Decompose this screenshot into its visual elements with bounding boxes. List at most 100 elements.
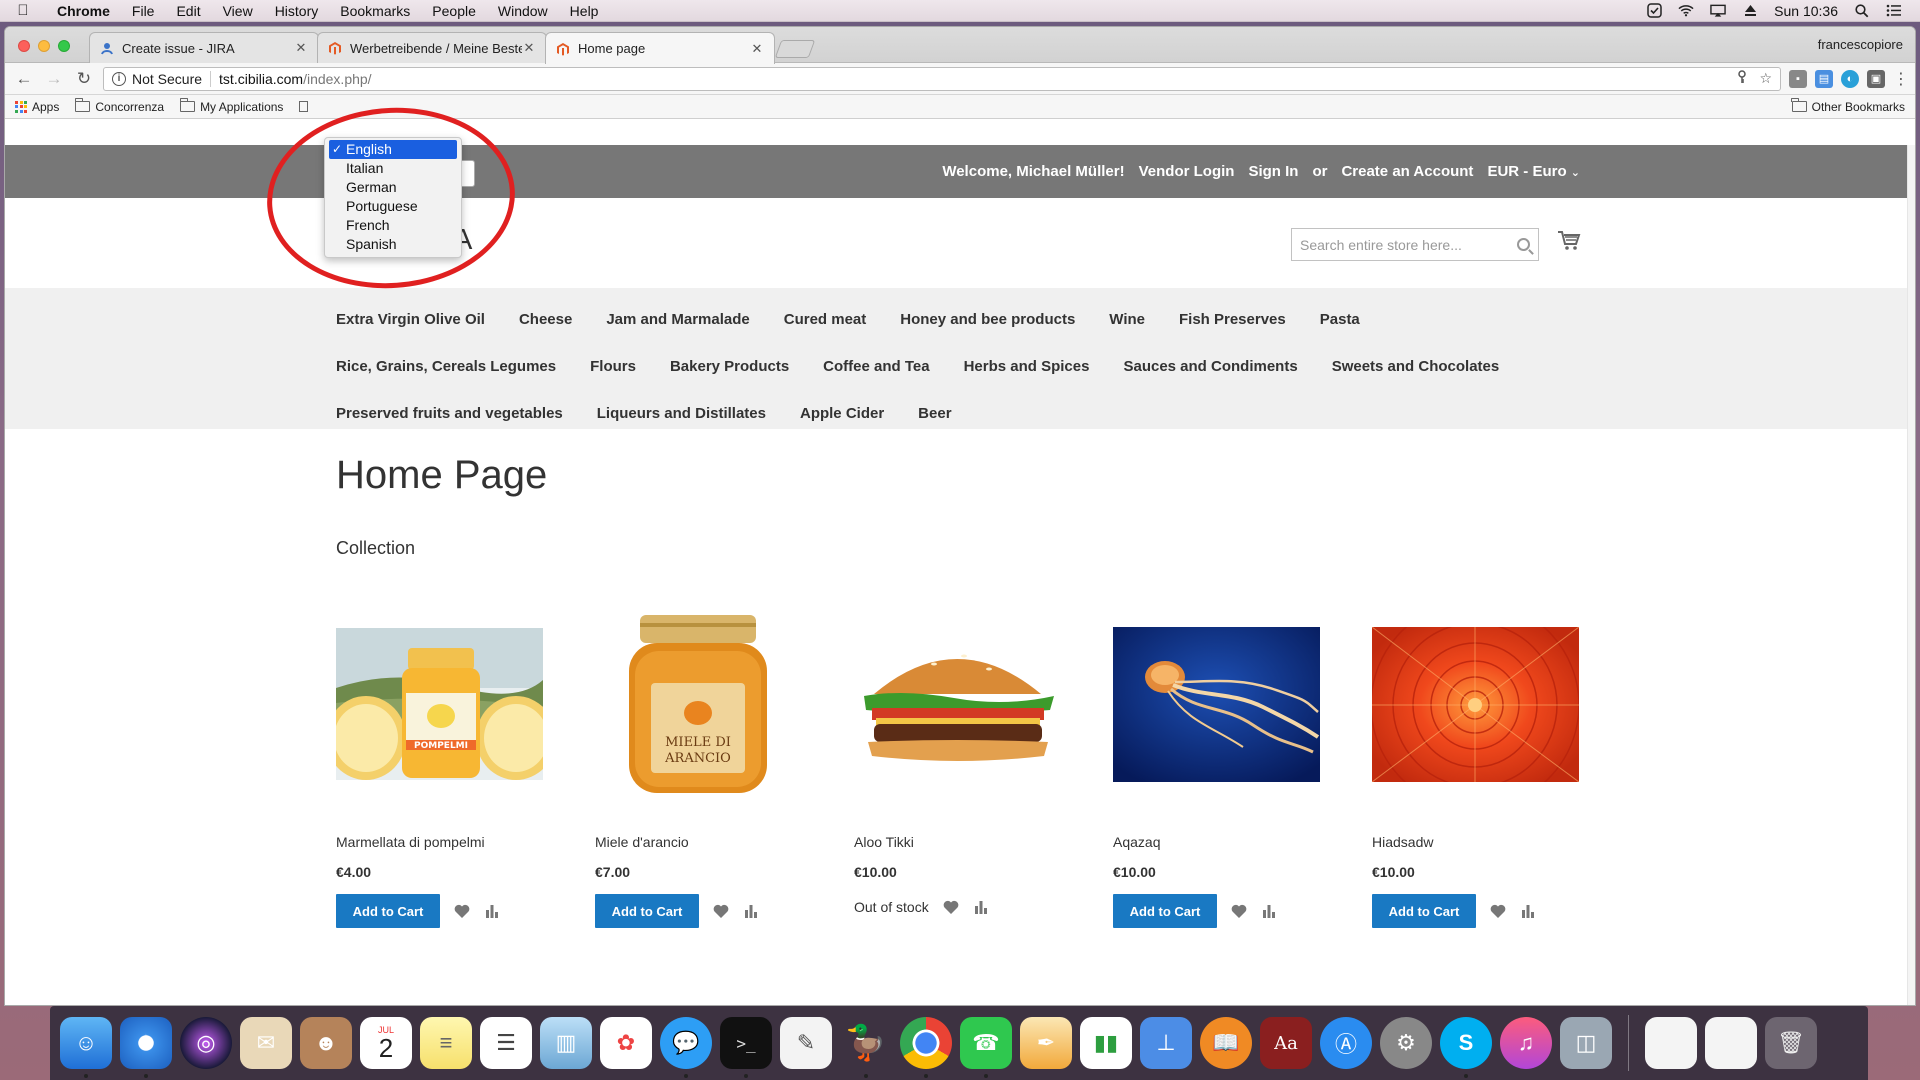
extension-icon[interactable]: ▤ (1815, 69, 1833, 88)
mail-app-icon[interactable]: ✉ (240, 1017, 292, 1069)
menu-view[interactable]: View (212, 3, 264, 19)
spotlight-search-icon[interactable] (1854, 3, 1870, 18)
airplay-icon[interactable] (1710, 4, 1726, 18)
textedit-icon[interactable]: ✎ (780, 1017, 832, 1069)
key-icon[interactable] (1737, 70, 1747, 87)
tab-close-icon[interactable]: ✕ (750, 41, 764, 57)
itunes-icon[interactable]: ♫ (1500, 1017, 1552, 1069)
wishlist-heart-icon[interactable] (454, 903, 470, 919)
other-bookmarks[interactable]: Other Bookmarks (1791, 98, 1905, 114)
extension-icon[interactable]: ▪ (1789, 69, 1807, 88)
page-scrollbar[interactable] (1907, 145, 1915, 1005)
add-to-cart-button[interactable]: Add to Cart (336, 894, 440, 928)
safari-icon[interactable]: ✧ (120, 1017, 172, 1078)
menu-app-name[interactable]: Chrome (46, 3, 121, 19)
wishlist-heart-icon[interactable] (713, 903, 729, 919)
nav-category-link[interactable]: Sweets and Chocolates (1332, 358, 1500, 375)
menu-people[interactable]: People (421, 3, 487, 19)
pages-icon[interactable]: ✒ (1020, 1017, 1072, 1069)
product-image[interactable]: MIELE DI ARANCIO (595, 613, 802, 795)
nav-category-link[interactable]: Flours (590, 358, 636, 375)
back-arrow-icon[interactable]: ← (13, 69, 35, 89)
dictionary-icon[interactable]: Aa (1260, 1017, 1312, 1069)
product-image[interactable] (854, 613, 1061, 795)
photos-icon[interactable]: ✿ (600, 1017, 652, 1069)
menu-edit[interactable]: Edit (165, 3, 211, 19)
nav-category-link[interactable]: Honey and bee products (900, 311, 1075, 328)
currency-switcher[interactable]: EUR - Euro ⌄ (1487, 163, 1580, 180)
bookmark-apps[interactable]: Apps (15, 100, 59, 114)
nav-category-link[interactable]: Apple Cider (800, 405, 884, 422)
checkmark-status-icon[interactable] (1646, 3, 1662, 18)
apple-menu-icon[interactable]:  (0, 2, 46, 19)
search-icon[interactable] (1517, 238, 1530, 251)
product-name[interactable]: Marmellata di pompelmi (336, 834, 543, 852)
language-option-italian[interactable]: Italian (325, 159, 461, 178)
menubar-clock[interactable]: Sun 10:36 (1774, 3, 1838, 19)
eject-icon[interactable] (1742, 4, 1758, 18)
contacts-icon[interactable]: ☻ (300, 1017, 352, 1069)
create-account-link[interactable]: Create an Account (1341, 163, 1473, 180)
chrome-icon[interactable] (900, 1017, 952, 1078)
nav-category-link[interactable]: Cheese (519, 311, 572, 328)
nav-category-link[interactable]: Wine (1109, 311, 1145, 328)
vendor-login-link[interactable]: Vendor Login (1139, 163, 1235, 180)
nav-category-link[interactable]: Sauces and Condiments (1123, 358, 1297, 375)
app-store-icon[interactable]: Ⓐ (1320, 1017, 1372, 1069)
cyberduck-icon[interactable]: 🦆 (840, 1017, 892, 1078)
system-preferences-icon[interactable]: ⚙ (1380, 1017, 1432, 1069)
sign-in-link[interactable]: Sign In (1248, 163, 1298, 180)
nav-category-link[interactable]: Bakery Products (670, 358, 789, 375)
menu-bookmarks[interactable]: Bookmarks (329, 3, 421, 19)
product-image[interactable] (1372, 613, 1579, 795)
compare-chart-icon[interactable] (743, 903, 759, 919)
search-input[interactable] (1300, 236, 1517, 253)
compare-chart-icon[interactable] (1261, 903, 1277, 919)
reminders-icon[interactable]: ☰ (480, 1017, 532, 1069)
wishlist-heart-icon[interactable] (943, 899, 959, 915)
keynote-icon[interactable]: ⊥ (1140, 1017, 1192, 1069)
nav-category-link[interactable]: Liqueurs and Distillates (597, 405, 766, 422)
product-image[interactable] (1113, 613, 1320, 795)
nav-category-link[interactable]: Pasta (1320, 311, 1360, 328)
skype-icon[interactable]: S (1440, 1017, 1492, 1078)
wishlist-heart-icon[interactable] (1231, 903, 1247, 919)
nav-category-link[interactable]: Fish Preserves (1179, 311, 1286, 328)
info-icon[interactable]: i (112, 71, 126, 86)
language-option-english[interactable]: ✓ English (329, 140, 457, 159)
shopping-cart-icon[interactable] (1557, 230, 1581, 252)
tab-werbetreibende[interactable]: Werbetreibende / Meine Beste ✕ (317, 32, 547, 63)
forward-arrow-icon[interactable]: → (43, 69, 65, 89)
trash-icon[interactable]: 🗑 (1765, 1017, 1817, 1069)
nav-category-link[interactable]: Herbs and Spices (964, 358, 1090, 375)
messages-icon[interactable]: 💬 (660, 1017, 712, 1078)
language-option-portuguese[interactable]: Portuguese (325, 197, 461, 216)
document-thumbnail-icon[interactable] (1705, 1017, 1757, 1069)
nav-category-link[interactable]: Preserved fruits and vegetables (336, 405, 563, 422)
language-option-spanish[interactable]: Spanish (325, 235, 461, 254)
bookmark-page[interactable] (299, 101, 309, 112)
tab-jira[interactable]: Create issue - JIRA ✕ (89, 32, 319, 63)
nav-category-link[interactable]: Jam and Marmalade (606, 311, 749, 328)
tab-close-icon[interactable]: ✕ (522, 40, 536, 56)
address-bar[interactable]: i Not Secure tst.cibilia.com /index.php/… (103, 66, 1781, 91)
menu-file[interactable]: File (121, 3, 166, 19)
notes-icon[interactable]: ≡ (420, 1017, 472, 1069)
image-capture-icon[interactable]: ◫ (1560, 1017, 1612, 1069)
tab-home-page[interactable]: Home page ✕ (545, 32, 775, 64)
wifi-icon[interactable] (1678, 4, 1694, 18)
product-name[interactable]: Miele d'arancio (595, 834, 802, 852)
nav-category-link[interactable]: Coffee and Tea (823, 358, 929, 375)
chrome-menu-icon[interactable]: ⋮ (1893, 69, 1909, 89)
notification-center-icon[interactable] (1886, 4, 1902, 18)
minimize-window-button[interactable] (38, 40, 50, 52)
menu-history[interactable]: History (264, 3, 330, 19)
finder-icon[interactable]: ☺ (60, 1017, 112, 1078)
menu-help[interactable]: Help (559, 3, 610, 19)
product-image[interactable]: POMPELMI (336, 613, 543, 795)
facetime-icon[interactable]: ☎ (960, 1017, 1012, 1078)
wishlist-heart-icon[interactable] (1490, 903, 1506, 919)
siri-icon[interactable]: ◎ (180, 1017, 232, 1069)
nav-category-link[interactable]: Rice, Grains, Cereals Legumes (336, 358, 556, 375)
ibooks-icon[interactable]: 📖 (1200, 1017, 1252, 1069)
